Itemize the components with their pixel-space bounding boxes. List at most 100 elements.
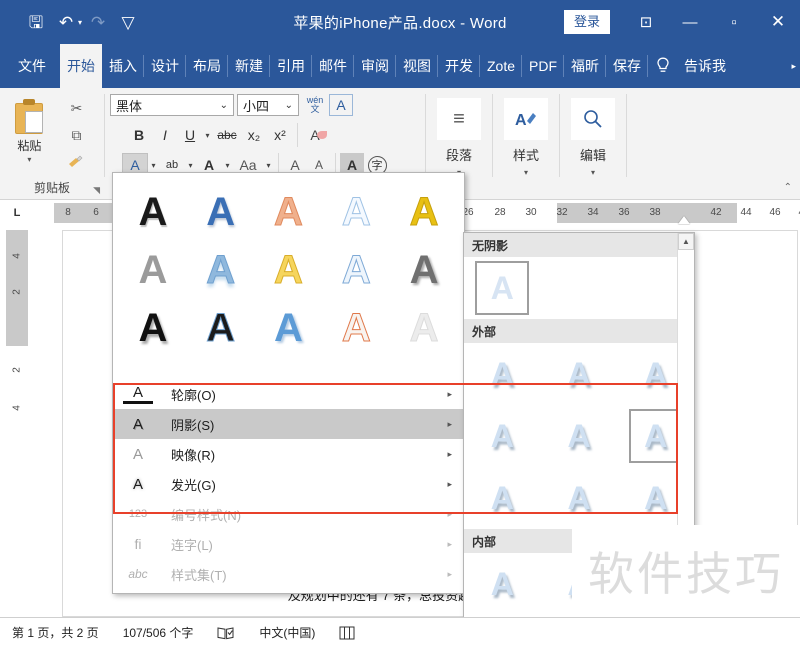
character-border-icon[interactable]: A (329, 94, 353, 116)
effect-preview-cell[interactable]: A (255, 241, 323, 299)
submenu-no-shadow-grid[interactable]: A (464, 257, 694, 319)
tab-developer[interactable]: 开发 (438, 44, 480, 88)
page-indicator[interactable]: 第 1 页，共 2 页 (0, 624, 111, 641)
tab-design[interactable]: 设计 (144, 44, 186, 88)
tell-me-label[interactable]: 告诉我 (678, 44, 732, 88)
font-size-chevron-down-icon[interactable]: ⌄ (280, 100, 298, 111)
effect-preview-cell[interactable]: A (119, 241, 187, 299)
effect-preview-cell[interactable]: A (119, 299, 187, 357)
font-name-combo[interactable]: 黑体 ⌄ (110, 94, 234, 116)
effect-preview-cell[interactable]: A (390, 299, 458, 357)
indent-marker-icon[interactable] (678, 216, 690, 224)
cut-icon[interactable]: ✂ (63, 97, 89, 119)
effect-preview-cell[interactable]: A (322, 299, 390, 357)
word-count[interactable]: 107/506 个字 (111, 624, 206, 641)
subscript-button[interactable]: x₂ (241, 123, 267, 147)
editing-dropdown-icon[interactable]: ▾ (591, 168, 595, 177)
highlight-dropdown-icon[interactable]: ▾ (185, 161, 196, 170)
shadow-option-cell[interactable]: A (464, 467, 541, 529)
shadow-option-cell[interactable]: A (464, 257, 541, 319)
font-size-combo[interactable]: 小四 ⌄ (237, 94, 299, 116)
effect-preview-cell[interactable]: A (322, 241, 390, 299)
shadow-option-selected[interactable]: A (475, 261, 530, 315)
tab-layout[interactable]: 布局 (186, 44, 228, 88)
shadow-option-cell[interactable]: A (541, 467, 618, 529)
tab-file[interactable]: 文件 (0, 44, 60, 88)
tab-pdf[interactable]: PDF (522, 44, 565, 88)
tab-stop-selector[interactable]: L (6, 203, 28, 223)
format-painter-icon[interactable] (63, 151, 89, 173)
paste-dropdown-icon[interactable]: ▾ (27, 155, 31, 164)
tabs-overflow-icon[interactable]: ▸ (791, 44, 800, 88)
effect-preview-cell[interactable]: A (119, 183, 187, 241)
minimize-icon[interactable]: — (668, 0, 712, 44)
copy-icon[interactable]: ⧉ (63, 124, 89, 146)
styles-dropdown-icon[interactable]: ▾ (524, 168, 528, 177)
close-icon[interactable]: ✕ (756, 0, 800, 44)
effect-preview-cell[interactable]: A (255, 183, 323, 241)
tab-foxit[interactable]: 福昕 (564, 44, 607, 88)
customize-qat-icon[interactable]: ▽ (114, 8, 142, 36)
tab-mailings[interactable]: 邮件 (312, 44, 354, 88)
tab-review[interactable]: 审阅 (354, 44, 396, 88)
effect-preview-cell[interactable]: A (322, 183, 390, 241)
text-effects-gallery[interactable]: A A A A A A A A A A A A A A A A 轮廓(O) ▸ … (112, 172, 465, 594)
menu-item-outline[interactable]: A 轮廓(O) ▸ (113, 379, 464, 409)
italic-button[interactable]: I (152, 123, 178, 147)
tab-zotero[interactable]: Zote (480, 44, 523, 88)
font-name-chevron-down-icon[interactable]: ⌄ (215, 100, 233, 111)
vertical-ruler[interactable]: 4 2 2 4 (6, 226, 28, 617)
effect-preview-cell[interactable]: A (187, 299, 255, 357)
shadow-option-cell[interactable]: A (541, 343, 618, 405)
undo-icon[interactable]: ↶ (52, 8, 80, 36)
submenu-outer-grid[interactable]: A A A A A A A A A (464, 343, 694, 529)
underline-button[interactable]: U (178, 123, 202, 147)
tab-new[interactable]: 新建 (228, 44, 270, 88)
group-styles[interactable]: A 样式 ▾ (493, 88, 559, 200)
scroll-up-icon[interactable]: ▲ (678, 233, 694, 250)
shadow-option-hovered[interactable]: A (628, 409, 683, 463)
underline-dropdown-icon[interactable]: ▾ (202, 131, 213, 140)
effect-preview-cell[interactable]: A (187, 241, 255, 299)
maximize-icon[interactable]: ▫ (712, 0, 756, 44)
collapse-ribbon-icon[interactable]: ⌃ (784, 182, 792, 193)
sign-in-button[interactable]: 登录 (563, 10, 610, 34)
shadow-option-cell[interactable]: A (464, 405, 541, 467)
clipboard-dialog-launcher-icon[interactable]: ◥ (93, 185, 100, 196)
tab-home[interactable]: 开始 (60, 44, 102, 88)
effect-preview-cell[interactable]: A (187, 183, 255, 241)
clear-formatting-icon[interactable]: A (302, 123, 328, 147)
text-effects-dropdown-icon[interactable]: ▾ (148, 161, 159, 170)
shadow-option-cell[interactable]: A (464, 553, 541, 615)
superscript-button[interactable]: x² (267, 123, 293, 147)
effect-preview-cell[interactable]: A (390, 183, 458, 241)
text-effects-menu-list[interactable]: A 轮廓(O) ▸ A 阴影(S) ▸ A 映像(R) ▸ A 发光(G) ▸ … (113, 379, 464, 593)
menu-item-shadow[interactable]: A 阴影(S) ▸ (113, 409, 464, 439)
bold-button[interactable]: B (126, 123, 152, 147)
reading-layout-icon[interactable] (327, 626, 367, 640)
tab-view[interactable]: 视图 (396, 44, 438, 88)
group-editing[interactable]: 编辑 ▾ (560, 88, 626, 200)
lightbulb-icon[interactable] (648, 44, 678, 88)
shadow-option-cell[interactable]: A (541, 405, 618, 467)
strikethrough-button[interactable]: abc (213, 123, 241, 147)
undo-dropdown-icon[interactable]: ▾ (78, 18, 82, 27)
font-color-dropdown-icon[interactable]: ▾ (222, 161, 233, 170)
change-case-dropdown-icon[interactable]: ▾ (263, 161, 274, 170)
language-indicator[interactable]: 中文(中国) (247, 624, 327, 641)
ribbon-display-options-icon[interactable]: ⊡ (624, 0, 668, 44)
menu-item-glow[interactable]: A 发光(G) ▸ (113, 469, 464, 499)
search-icon (571, 98, 615, 140)
tab-references[interactable]: 引用 (270, 44, 312, 88)
shadow-option-cell[interactable]: A (464, 343, 541, 405)
save-icon[interactable]: 🖫 (22, 8, 50, 36)
phonetic-guide-icon[interactable]: wén 文 (303, 93, 327, 117)
proofing-errors-icon[interactable] (205, 626, 247, 640)
tab-insert[interactable]: 插入 (102, 44, 144, 88)
effect-preview-cell[interactable]: A (255, 299, 323, 357)
tab-save[interactable]: 保存 (606, 44, 649, 88)
effect-preview-cell[interactable]: A (390, 241, 458, 299)
menu-item-reflection[interactable]: A 映像(R) ▸ (113, 439, 464, 469)
redo-icon[interactable]: ↷ (84, 8, 112, 36)
text-effects-grid[interactable]: A A A A A A A A A A A A A A A (113, 173, 464, 363)
